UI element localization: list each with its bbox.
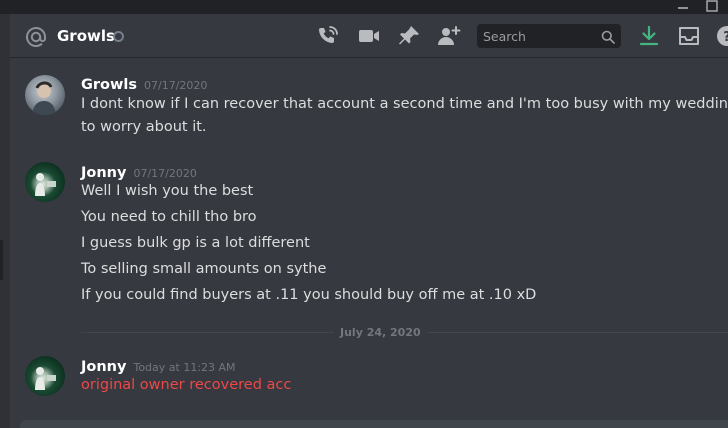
channel-header: Growls ? (10, 14, 728, 58)
channel-name: Growls (57, 27, 115, 45)
message-text: I guess bulk gp is a lot different (81, 235, 310, 251)
sidebar-scroll-marker (0, 240, 3, 280)
avatar[interactable] (25, 162, 65, 202)
message-text: If you could find buyers at .11 you shou… (81, 287, 537, 303)
message-header: Growls 07/17/2020 (81, 74, 207, 93)
pin-icon[interactable] (397, 24, 421, 48)
message-text: original owner recovered acc (81, 377, 292, 393)
maximize-icon[interactable] (705, 0, 719, 12)
add-friend-icon[interactable] (437, 24, 461, 48)
offline-status-icon (113, 31, 124, 42)
download-icon[interactable] (637, 24, 661, 48)
inbox-icon[interactable] (677, 24, 701, 48)
message-text: You need to chill tho bro (81, 209, 257, 225)
message-list: Growls 07/17/2020 I dont know if I can re… (10, 58, 728, 428)
username[interactable]: Jonny (81, 359, 126, 375)
avatar[interactable] (25, 356, 65, 396)
username[interactable]: Growls (81, 77, 137, 93)
search-input[interactable] (477, 24, 595, 48)
message-text: to worry about it. (81, 119, 207, 135)
avatar[interactable] (25, 75, 65, 115)
search-bar[interactable] (477, 24, 621, 48)
timestamp: 07/17/2020 (133, 167, 197, 180)
message-composer[interactable] (20, 420, 728, 428)
window-title-bar (0, 0, 728, 14)
video-camera-icon[interactable] (357, 24, 381, 48)
message-header: Jonny 07/17/2020 (81, 162, 197, 181)
date-divider-label: July 24, 2020 (334, 326, 427, 339)
search-icon[interactable] (601, 29, 615, 44)
message-text: Well I wish you the best (81, 183, 254, 199)
server-sidebar-edge (0, 14, 10, 428)
username[interactable]: Jonny (81, 165, 126, 181)
timestamp: Today at 11:23 AM (133, 361, 236, 374)
help-icon[interactable]: ? (715, 24, 728, 48)
message-header: Jonny Today at 11:23 AM (81, 356, 236, 375)
svg-text:?: ? (723, 30, 728, 45)
message-text: I dont know if I can recover that accoun… (81, 96, 728, 112)
message-text: To selling small amounts on sythe (81, 261, 327, 277)
minimize-icon[interactable] (676, 0, 690, 12)
at-icon (24, 25, 48, 49)
timestamp: 07/17/2020 (144, 79, 208, 92)
phone-call-icon[interactable] (316, 24, 340, 48)
